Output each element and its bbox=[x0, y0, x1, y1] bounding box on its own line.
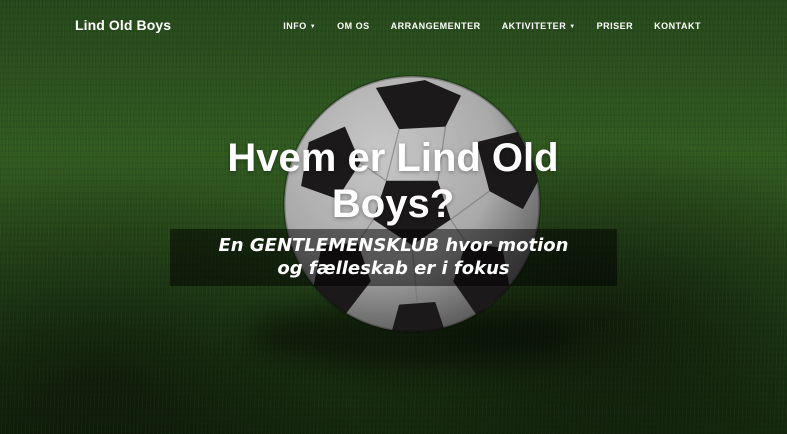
hero-headline: Hvem er Lind Old Boys? bbox=[227, 136, 559, 226]
nav-menu: INFO ▼ OM OS ARRANGEMENTER AKTIVITETER ▼ P… bbox=[283, 21, 701, 31]
nav-item-label: INFO bbox=[283, 21, 307, 31]
nav-item-om-os[interactable]: OM OS bbox=[337, 21, 370, 31]
nav-item-label: AKTIVITETER bbox=[501, 21, 567, 31]
subtitle-box: En GENTLEMENSKLUB hvor motion og fællesk… bbox=[170, 229, 617, 286]
hero-subtitle: En GENTLEMENSKLUB hvor motion og fællesk… bbox=[218, 235, 569, 279]
nav-item-label: KONTAKT bbox=[654, 21, 701, 31]
caret-down-icon: ▼ bbox=[569, 24, 576, 30]
brand-logo-link[interactable]: Lind Old Boys bbox=[75, 17, 171, 33]
nav-item-priser[interactable]: PRISER bbox=[597, 21, 634, 31]
nav-item-aktiviteter[interactable]: AKTIVITETER ▼ bbox=[502, 21, 576, 31]
nav-item-label: PRISER bbox=[596, 21, 634, 31]
hero-section: Lind Old Boys INFO ▼ OM OS ARRANGEMENTER … bbox=[0, 0, 787, 434]
nav-item-label: ARRANGEMENTER bbox=[390, 21, 481, 31]
top-navbar: Lind Old Boys INFO ▼ OM OS ARRANGEMENTER … bbox=[0, 0, 787, 54]
nav-item-kontakt[interactable]: KONTAKT bbox=[654, 21, 701, 31]
caret-down-icon: ▼ bbox=[309, 24, 317, 30]
nav-item-info[interactable]: INFO ▼ bbox=[283, 21, 316, 31]
nav-item-arrangementer[interactable]: ARRANGEMENTER bbox=[391, 21, 481, 31]
nav-item-label: OM OS bbox=[337, 21, 370, 31]
